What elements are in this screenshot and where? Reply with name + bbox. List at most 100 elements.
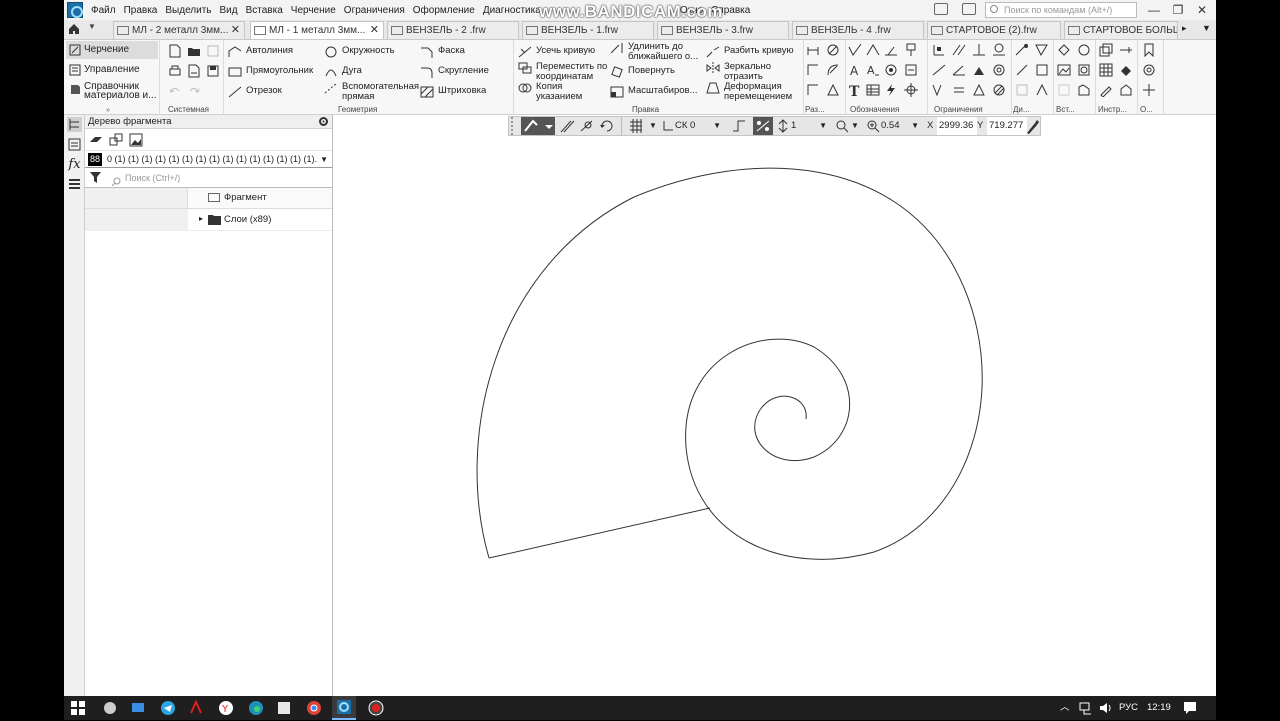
export-pdf-icon[interactable] — [187, 64, 201, 78]
menu-constraints[interactable]: Ограничения — [340, 5, 409, 16]
tab-startovoe-big[interactable]: СТАРТОВОЕ БОЛЬШ... — [1064, 21, 1178, 39]
expand-arrow-icon[interactable]: ▸ — [199, 214, 203, 223]
command-search-input[interactable]: Поиск по командам (Alt+/) — [985, 2, 1137, 18]
tree-panel-icon[interactable] — [67, 117, 82, 132]
tool-edit-icon[interactable] — [1099, 83, 1113, 98]
chevron-down-icon[interactable]: ▼ — [317, 151, 328, 167]
tab-venzel-4[interactable]: ВЕНЗЕЛЬ - 4 .frw — [792, 21, 924, 39]
tangent-icon[interactable] — [992, 43, 1006, 57]
zoom-window-icon[interactable] — [835, 117, 849, 135]
menu-select[interactable]: Выделить — [161, 5, 215, 16]
mirror-button[interactable]: Зеркально отразить — [706, 62, 790, 82]
collinear-icon[interactable] — [932, 63, 946, 77]
menu-diagnostics[interactable]: Диагностика — [479, 5, 545, 16]
tab-close-icon[interactable]: ✕ — [370, 22, 379, 39]
diag-angle-icon[interactable] — [1035, 63, 1049, 77]
grid-icon[interactable] — [627, 117, 645, 135]
diag-check-icon[interactable] — [1035, 43, 1049, 57]
gear-icon[interactable] — [318, 116, 329, 127]
zoom-dropdown-icon[interactable]: ▼ — [851, 117, 859, 135]
leader-icon[interactable] — [904, 43, 918, 57]
chevron-down-icon[interactable]: ▼ — [819, 117, 827, 135]
tool-fill-icon[interactable] — [1119, 63, 1133, 77]
tab-ml2[interactable]: МЛ - 2 металл 3мм... ✕ — [113, 21, 245, 39]
spiral-outer-contour[interactable] — [476, 167, 983, 560]
text-tool-icon[interactable]: T — [848, 83, 862, 100]
height-size-icon[interactable] — [806, 83, 820, 97]
tree-search-input[interactable]: Поиск (Ctrl+/) — [85, 168, 332, 188]
insert-disabled-icon[interactable] — [1057, 83, 1071, 97]
scale-step-icon[interactable] — [753, 117, 773, 135]
trim-curve-button[interactable]: Усечь кривую — [518, 46, 595, 58]
tab-venzel-1[interactable]: ВЕНЗЕЛЬ - 1.frw — [522, 21, 654, 39]
deform-button[interactable]: Деформация перемещением — [706, 82, 802, 102]
menu-drawing[interactable]: Черчение — [287, 5, 340, 16]
undo-icon[interactable] — [168, 84, 182, 98]
hatch-circle-icon[interactable] — [992, 83, 1006, 97]
toolbar-grip[interactable] — [511, 117, 517, 135]
autoline-button[interactable]: Автолиния — [228, 46, 293, 57]
save-icon[interactable] — [206, 44, 220, 58]
print-icon[interactable] — [168, 64, 182, 78]
angular-size-icon[interactable] — [806, 63, 820, 77]
network-icon[interactable] — [1078, 700, 1094, 716]
modes-collapse-icon[interactable]: » — [106, 107, 110, 114]
tab-startovoe-2[interactable]: СТАРТОВОЕ (2).frw — [927, 21, 1061, 39]
tree-image-icon[interactable] — [129, 133, 143, 147]
mode-management[interactable]: Управление — [66, 61, 158, 79]
chevron-down-icon[interactable]: ▼ — [713, 117, 721, 135]
tool-layers-icon[interactable] — [1099, 43, 1113, 57]
tab-venzel-2[interactable]: ВЕНЗЕЛЬ - 2 .frw — [387, 21, 519, 39]
keyboard-language[interactable]: РУС — [1119, 696, 1138, 720]
chevron-down-icon[interactable]: ▼ — [911, 117, 919, 135]
other-target-icon[interactable] — [1142, 63, 1156, 77]
windows-start-icon[interactable] — [70, 700, 86, 716]
angle-constraint-icon[interactable] — [952, 63, 966, 77]
redo-icon[interactable] — [187, 84, 201, 98]
tree-row-layers[interactable]: ▸ Слои (x89) — [85, 209, 332, 231]
aux-line-button[interactable]: Вспомогательная прямая — [324, 82, 419, 102]
drawing-canvas[interactable] — [334, 137, 1216, 696]
layers-selector[interactable]: 88 0 (1) (1) (1) (1) (1) (1) (1) (1) (1)… — [85, 151, 332, 168]
home-icon[interactable] — [68, 23, 80, 35]
properties-panel-icon[interactable] — [67, 137, 82, 152]
filter-icon[interactable] — [89, 171, 102, 185]
rectangle-button[interactable]: Прямоугольник — [228, 66, 313, 77]
radial-size-icon[interactable] — [826, 63, 840, 77]
move-by-coords-button[interactable]: Переместить по координатам — [518, 62, 613, 82]
parallel-icon[interactable] — [952, 43, 966, 57]
camera-icon[interactable] — [962, 3, 976, 15]
spiral-drawing[interactable] — [334, 137, 1216, 696]
clock-time[interactable]: 12:19 — [1147, 696, 1171, 720]
local-snap-icon[interactable] — [579, 117, 595, 135]
notifications-icon[interactable] — [1182, 700, 1198, 716]
yandex-icon[interactable]: Y — [218, 700, 234, 716]
grid-dropdown-icon[interactable]: ▼ — [649, 117, 657, 135]
text-a-sub-icon[interactable]: A — [866, 63, 880, 77]
chrome-icon[interactable] — [306, 700, 322, 716]
roughness-icon[interactable] — [848, 43, 862, 57]
menu-edit[interactable]: Правка — [120, 5, 162, 16]
diameter-size-icon[interactable] — [826, 43, 840, 57]
symmetry-icon[interactable] — [972, 63, 986, 77]
tolerance-icon[interactable] — [884, 43, 898, 57]
base-icon[interactable] — [866, 43, 880, 57]
y-coordinate-field[interactable]: 719.277 — [987, 117, 1027, 135]
bandicam-record-icon[interactable] — [368, 700, 384, 716]
menu-design[interactable]: Оформление — [409, 5, 479, 16]
tab-close-icon[interactable]: ✕ — [231, 22, 240, 39]
triangle-constraint-icon[interactable] — [972, 83, 986, 97]
edge-icon[interactable] — [248, 700, 264, 716]
insert-view-icon[interactable] — [1057, 43, 1071, 57]
x-coordinate-field[interactable]: 2999.36 — [937, 117, 977, 135]
tray-up-arrow-icon[interactable]: ︿ — [1060, 696, 1070, 720]
diag-distance-icon[interactable] — [1015, 63, 1029, 77]
menu-view[interactable]: Вид — [216, 5, 242, 16]
app-icon-2[interactable] — [130, 700, 146, 716]
spiral-base-line[interactable] — [488, 507, 711, 559]
dimension-lock-icon[interactable] — [932, 83, 946, 97]
tree-root-fragment[interactable]: Фрагмент — [224, 192, 267, 203]
circle-button[interactable]: Окружность — [324, 46, 395, 58]
tabs-menu-icon[interactable]: ▼ — [1202, 23, 1211, 33]
step-select[interactable]: 1 ▼ — [775, 117, 829, 135]
